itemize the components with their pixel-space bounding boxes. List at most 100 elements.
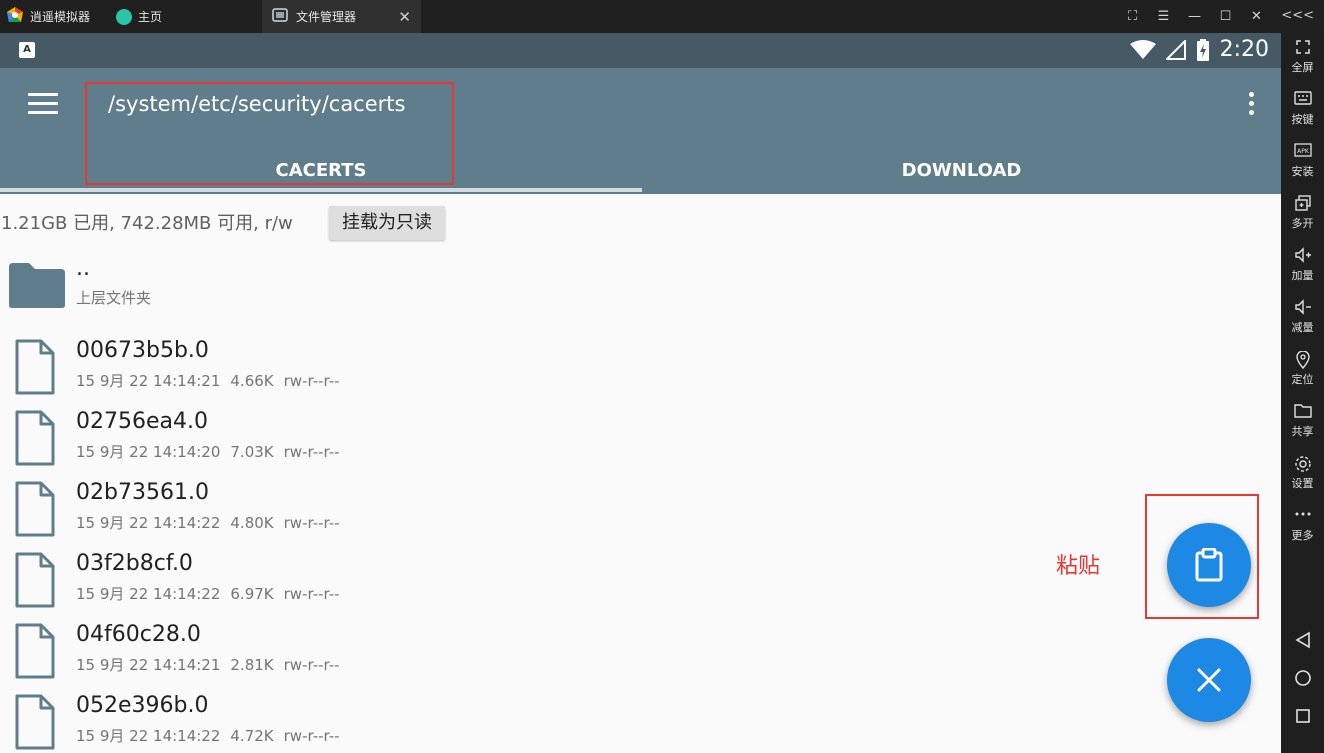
- sidebar-item-label: 多开: [1291, 217, 1314, 230]
- title-bar: 逍遥模拟器 主页 文件管理器 ✕ ⛶ ☰ — ☐ ✕ <<<: [0, 0, 1324, 33]
- svg-text:APK: APK: [1297, 148, 1310, 155]
- screenshot-icon[interactable]: ⛶: [1117, 9, 1148, 24]
- emulator-logo-icon: [6, 6, 24, 27]
- close-icon[interactable]: ✕: [1241, 9, 1272, 24]
- sidebar-item-label: 按键: [1291, 113, 1314, 126]
- volume-down-icon: [1281, 299, 1324, 317]
- home-circle-icon: [1294, 670, 1311, 686]
- sidebar-item-apk-install[interactable]: APK 安装: [1281, 143, 1324, 179]
- file-icon: [14, 622, 56, 684]
- sidebar-item-keyboard[interactable]: 按键: [1281, 91, 1324, 127]
- sidebar-item-label: 共享: [1291, 425, 1314, 438]
- tab-file-manager[interactable]: 文件管理器 ✕: [262, 0, 421, 33]
- file-date: 15 9月 22 14:14:21: [76, 656, 221, 674]
- home-button[interactable]: [1281, 669, 1324, 691]
- fullscreen-icon: [1281, 39, 1324, 57]
- file-icon: [14, 693, 56, 753]
- sidebar-item-label: 安装: [1291, 165, 1314, 178]
- file-icon: [14, 338, 56, 400]
- file-meta: 15 9月 22 14:14:21 2.81K rw-r--r--: [76, 654, 350, 675]
- sidebar-item-label: 定位: [1291, 373, 1314, 386]
- file-name: 04f60c28.0: [76, 622, 201, 647]
- tab-home[interactable]: 主页: [116, 0, 162, 33]
- home-app-icon: [116, 8, 132, 25]
- apk-install-icon: APK: [1281, 143, 1324, 161]
- file-size: 4.80K: [230, 514, 274, 532]
- sidebar-item-location[interactable]: 定位: [1281, 350, 1324, 387]
- paste-button[interactable]: [1167, 523, 1251, 607]
- file-size: 4.72K: [230, 727, 274, 745]
- wifi-icon: [1129, 39, 1156, 59]
- location-icon: [1281, 350, 1324, 370]
- sidebar-item-multi-instance[interactable]: 多开: [1281, 195, 1324, 231]
- tab-download[interactable]: DOWNLOAD: [642, 162, 1281, 194]
- close-tab-icon[interactable]: ✕: [398, 8, 411, 26]
- paste-annotation-label: 粘贴: [1056, 554, 1101, 579]
- file-size: 6.97K: [230, 585, 274, 603]
- notification-icon: A: [19, 42, 35, 58]
- minimize-icon[interactable]: —: [1179, 9, 1210, 24]
- back-button[interactable]: [1281, 631, 1324, 653]
- maximize-icon[interactable]: ☐: [1210, 9, 1241, 24]
- file-name: 02b73561.0: [76, 480, 209, 505]
- overflow-menu-icon[interactable]: [1247, 92, 1255, 118]
- sidebar-item-volume-down[interactable]: 减量: [1281, 299, 1324, 335]
- file-meta: 15 9月 22 14:14:22 6.97K rw-r--r--: [76, 583, 350, 604]
- clock: 2:20: [1219, 37, 1269, 62]
- tab-emulator[interactable]: 逍遥模拟器: [6, 0, 90, 33]
- clipboard-icon: [1195, 548, 1223, 582]
- active-tab-indicator: [0, 188, 642, 192]
- annotation-box-path: [85, 82, 454, 185]
- sidebar-item-volume-up[interactable]: 加量: [1281, 247, 1324, 283]
- sidebar-item-label: 全屏: [1291, 61, 1314, 74]
- file-date: 15 9月 22 14:14:22: [76, 514, 221, 532]
- parent-folder-row[interactable]: .. 上层文件夹: [0, 254, 1100, 324]
- multi-instance-icon: [1281, 195, 1324, 213]
- sidebar-item-fullscreen[interactable]: 全屏: [1281, 39, 1324, 75]
- back-triangle-icon: [1294, 631, 1310, 649]
- more-icon: [1281, 507, 1324, 525]
- file-permissions: rw-r--r--: [283, 656, 340, 674]
- file-manager-icon: [272, 8, 288, 25]
- file-permissions: rw-r--r--: [283, 727, 340, 745]
- recents-button[interactable]: [1281, 707, 1324, 729]
- file-row[interactable]: 02756ea4.0 15 9月 22 14:14:20 7.03K rw-r--r-…: [0, 399, 1100, 469]
- file-meta: 15 9月 22 14:14:22 4.80K rw-r--r--: [76, 512, 350, 533]
- sidebar-item-more[interactable]: 更多: [1281, 507, 1324, 543]
- collapse-sidebar-button[interactable]: <<<: [1281, 8, 1314, 23]
- file-row[interactable]: 052e396b.0 15 9月 22 14:14:22 4.72K rw-r--r-…: [0, 683, 1100, 753]
- menu-icon[interactable]: ☰: [1148, 9, 1179, 24]
- file-name: 03f2b8cf.0: [76, 551, 193, 576]
- file-date: 15 9月 22 14:14:20: [76, 443, 221, 461]
- sidebar-item-settings[interactable]: 设置: [1281, 455, 1324, 491]
- file-row[interactable]: 04f60c28.0 15 9月 22 14:14:21 2.81K rw-r--r-…: [0, 612, 1100, 682]
- file-name: 052e396b.0: [76, 693, 209, 718]
- file-row[interactable]: 03f2b8cf.0 15 9月 22 14:14:22 6.97K rw-r--r-…: [0, 541, 1100, 611]
- file-permissions: rw-r--r--: [283, 443, 340, 461]
- sidebar-item-shared-folder[interactable]: 共享: [1281, 403, 1324, 439]
- file-meta: 15 9月 22 14:14:20 7.03K rw-r--r--: [76, 441, 350, 462]
- status-bar: A 2:20: [0, 33, 1281, 68]
- file-size: 4.66K: [230, 372, 274, 390]
- file-row[interactable]: 00673b5b.0 15 9月 22 14:14:21 4.66K rw-r--r-…: [0, 328, 1100, 398]
- file-permissions: rw-r--r--: [283, 514, 340, 532]
- recents-square-icon: [1295, 709, 1310, 723]
- close-fab-button[interactable]: [1167, 638, 1251, 722]
- storage-info: 1.21GB 已用, 742.28MB 可用, r/w: [1, 213, 293, 234]
- window-controls: ⛶ ☰ — ☐ ✕: [1117, 0, 1272, 33]
- folder-icon: [9, 263, 65, 308]
- mount-readonly-button[interactable]: 挂载为只读: [329, 206, 445, 240]
- parent-folder-subtitle: 上层文件夹: [76, 289, 152, 307]
- tab-label: 主页: [138, 10, 163, 24]
- signal-icon: [1165, 39, 1186, 60]
- keyboard-icon: [1281, 91, 1324, 109]
- file-row[interactable]: 02b73561.0 15 9月 22 14:14:22 4.80K rw-r--r-…: [0, 470, 1100, 540]
- shared-folder-icon: [1281, 403, 1324, 421]
- hamburger-menu-icon[interactable]: [28, 93, 58, 115]
- file-icon: [14, 409, 56, 471]
- sidebar-item-label: 设置: [1291, 477, 1314, 490]
- settings-icon: [1281, 455, 1324, 473]
- file-size: 2.81K: [230, 656, 274, 674]
- file-name: 00673b5b.0: [76, 338, 209, 363]
- sidebar-item-label: 减量: [1291, 321, 1314, 334]
